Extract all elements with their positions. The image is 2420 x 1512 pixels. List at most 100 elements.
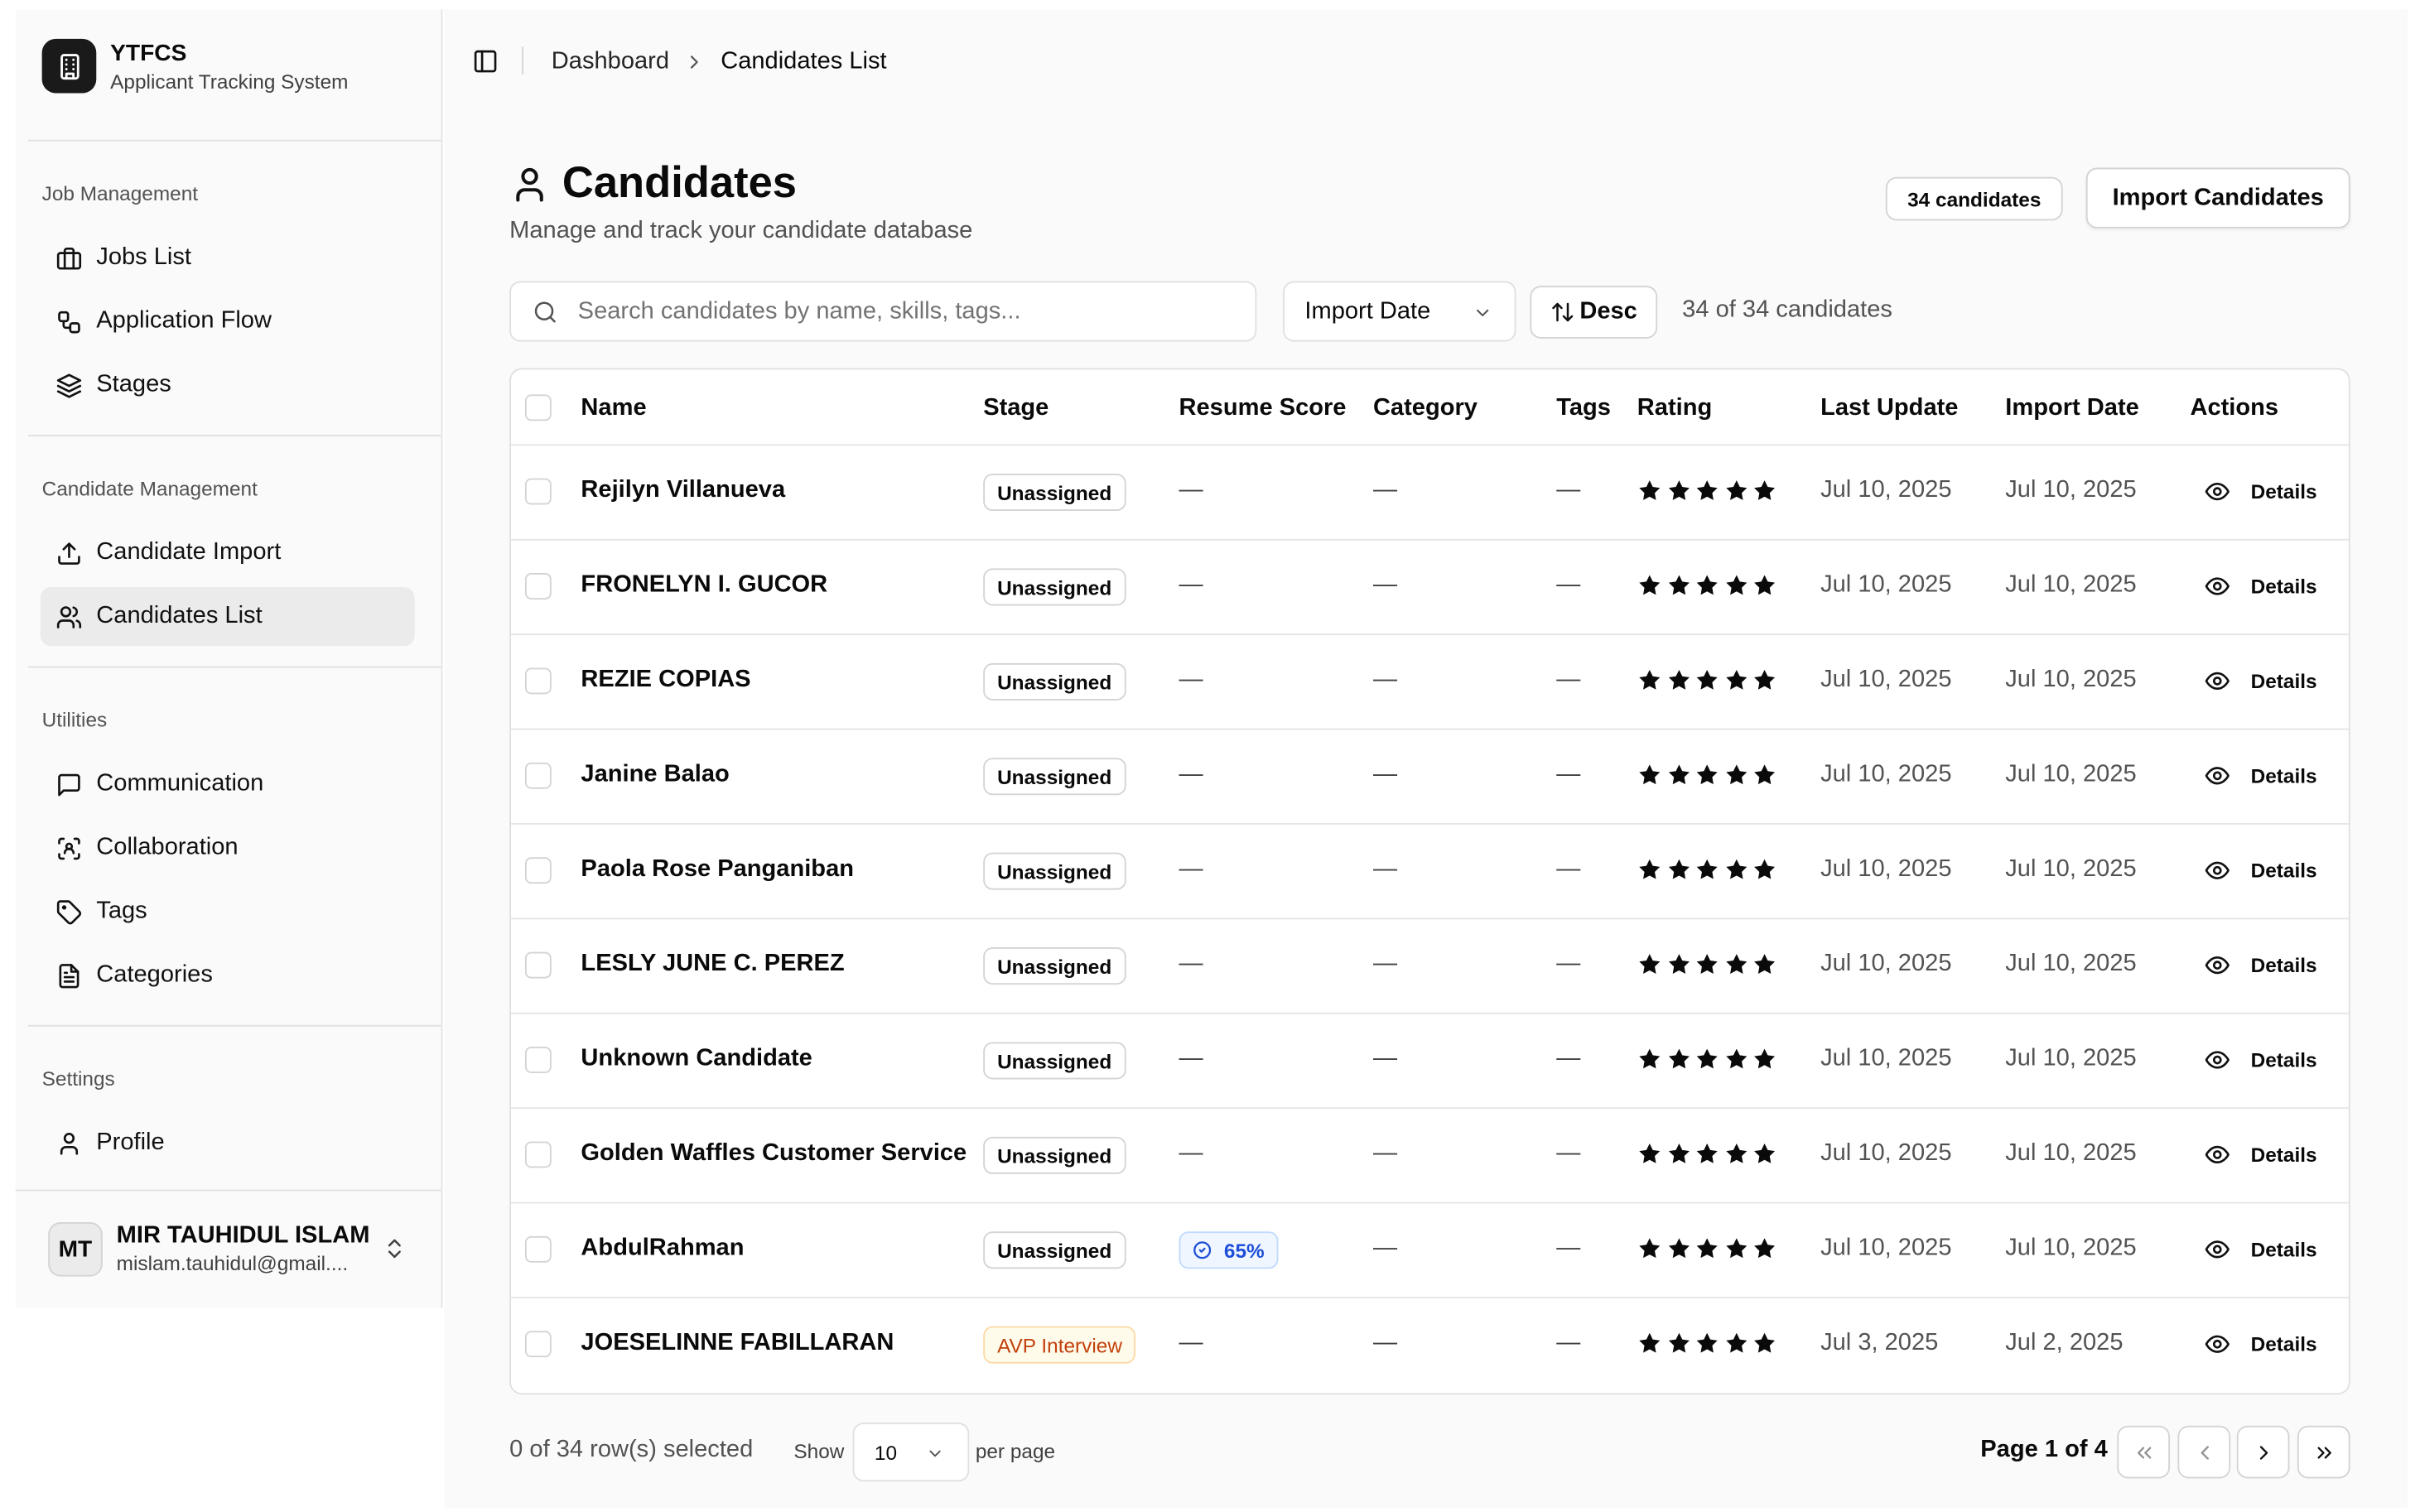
- star-icon[interactable]: [1752, 857, 1777, 882]
- star-icon[interactable]: [1666, 573, 1691, 598]
- star-icon[interactable]: [1637, 1141, 1662, 1166]
- table-row[interactable]: Unknown Candidate Unassigned — — — Jul 10, 20…: [511, 1014, 2349, 1110]
- next-page-button[interactable]: [2236, 1425, 2290, 1479]
- star-icon[interactable]: [1695, 857, 1720, 882]
- sidebar-item-jobs-list[interactable]: Jobs List: [41, 229, 415, 287]
- details-button[interactable]: Details: [2204, 573, 2317, 600]
- row-checkbox[interactable]: [524, 478, 552, 505]
- table-row[interactable]: FRONELYN I. GUCOR Unassigned — — — Jul 10, 20…: [511, 541, 2349, 636]
- brand[interactable]: YTFCS Applicant Tracking System: [16, 9, 441, 123]
- star-icon[interactable]: [1637, 1331, 1662, 1356]
- row-checkbox[interactable]: [524, 1331, 552, 1358]
- per-page-select[interactable]: 10: [852, 1422, 970, 1482]
- star-icon[interactable]: [1723, 667, 1748, 692]
- star-icon[interactable]: [1666, 1236, 1691, 1261]
- star-rating[interactable]: [1637, 479, 1781, 503]
- star-rating[interactable]: [1637, 1331, 1781, 1356]
- details-button[interactable]: Details: [2204, 1047, 2317, 1073]
- import-candidates-button[interactable]: Import Candidates: [2085, 167, 2350, 229]
- candidate-name[interactable]: Paola Rose Panganiban: [581, 855, 854, 884]
- row-checkbox[interactable]: [524, 857, 552, 884]
- star-icon[interactable]: [1695, 1047, 1720, 1071]
- sidebar-item-collaboration[interactable]: Collaboration: [41, 818, 415, 877]
- star-icon[interactable]: [1666, 479, 1691, 503]
- star-icon[interactable]: [1666, 1331, 1691, 1356]
- star-icon[interactable]: [1723, 763, 1748, 787]
- row-checkbox[interactable]: [524, 1235, 552, 1263]
- star-icon[interactable]: [1695, 573, 1720, 598]
- column-header-import-date[interactable]: Import Date: [2005, 394, 2139, 422]
- row-checkbox[interactable]: [524, 1047, 552, 1073]
- star-icon[interactable]: [1752, 1236, 1777, 1261]
- sidebar-item-candidate-import[interactable]: Candidate Import: [41, 523, 415, 582]
- star-rating[interactable]: [1637, 667, 1781, 692]
- candidate-name[interactable]: FRONELYN I. GUCOR: [581, 571, 827, 600]
- star-icon[interactable]: [1752, 1331, 1777, 1356]
- candidate-name[interactable]: AbdulRahman: [581, 1235, 744, 1263]
- sidebar-item-communication[interactable]: Communication: [41, 754, 415, 813]
- star-icon[interactable]: [1752, 667, 1777, 692]
- previous-page-button[interactable]: [2177, 1425, 2231, 1479]
- star-rating[interactable]: [1637, 952, 1781, 977]
- first-page-button[interactable]: [2117, 1425, 2171, 1479]
- star-icon[interactable]: [1723, 573, 1748, 598]
- star-icon[interactable]: [1666, 952, 1691, 977]
- details-button[interactable]: Details: [2204, 1236, 2317, 1263]
- star-rating[interactable]: [1637, 1047, 1781, 1071]
- search-input[interactable]: [577, 297, 1231, 325]
- star-icon[interactable]: [1637, 667, 1662, 692]
- star-icon[interactable]: [1723, 1236, 1748, 1261]
- star-rating[interactable]: [1637, 1236, 1781, 1261]
- table-row[interactable]: AbdulRahman Unassigned 65% — — Jul 10, 2025 Ju…: [511, 1204, 2349, 1298]
- select-all-checkbox[interactable]: [524, 394, 552, 421]
- star-icon[interactable]: [1666, 763, 1691, 787]
- details-button[interactable]: Details: [2204, 857, 2317, 884]
- column-header-resume-score[interactable]: Resume Score: [1179, 394, 1347, 422]
- star-icon[interactable]: [1695, 1331, 1720, 1356]
- star-rating[interactable]: [1637, 573, 1781, 598]
- table-row[interactable]: Golden Waffles Customer Service Unassigne…: [511, 1109, 2349, 1204]
- star-icon[interactable]: [1666, 1047, 1691, 1071]
- column-header-stage[interactable]: Stage: [983, 394, 1049, 422]
- star-rating[interactable]: [1637, 857, 1781, 882]
- star-icon[interactable]: [1695, 1141, 1720, 1166]
- star-icon[interactable]: [1637, 857, 1662, 882]
- star-icon[interactable]: [1666, 667, 1691, 692]
- star-icon[interactable]: [1695, 667, 1720, 692]
- candidate-name[interactable]: Golden Waffles Customer Service: [581, 1140, 967, 1168]
- sort-field-select[interactable]: Import Date: [1283, 281, 1516, 342]
- star-icon[interactable]: [1752, 479, 1777, 503]
- sidebar-item-candidates-list[interactable]: Candidates List: [40, 586, 415, 647]
- details-button[interactable]: Details: [2204, 667, 2317, 694]
- star-icon[interactable]: [1637, 1047, 1662, 1071]
- star-icon[interactable]: [1695, 1236, 1720, 1261]
- candidate-name[interactable]: Rejilyn Villanueva: [581, 477, 785, 505]
- sort-order-button[interactable]: Desc: [1530, 286, 1658, 339]
- star-icon[interactable]: [1752, 573, 1777, 598]
- star-icon[interactable]: [1752, 763, 1777, 787]
- star-icon[interactable]: [1666, 1141, 1691, 1166]
- breadcrumb-dashboard[interactable]: Dashboard: [552, 46, 669, 76]
- row-checkbox[interactable]: [524, 667, 552, 695]
- star-icon[interactable]: [1695, 952, 1720, 977]
- star-icon[interactable]: [1723, 1141, 1748, 1166]
- sidebar-item-stages[interactable]: Stages: [41, 355, 415, 414]
- candidate-name[interactable]: REZIE COPIAS: [581, 667, 750, 695]
- table-row[interactable]: Paola Rose Panganiban Unassigned — — — Jul 10…: [511, 825, 2349, 920]
- column-header-rating[interactable]: Rating: [1637, 394, 1712, 422]
- star-rating[interactable]: [1637, 1141, 1781, 1166]
- details-button[interactable]: Details: [2204, 1141, 2317, 1168]
- star-icon[interactable]: [1723, 952, 1748, 977]
- sidebar-item-profile[interactable]: Profile: [41, 1114, 415, 1173]
- star-icon[interactable]: [1723, 479, 1748, 503]
- star-icon[interactable]: [1752, 1141, 1777, 1166]
- row-checkbox[interactable]: [524, 573, 552, 600]
- candidate-name[interactable]: LESLY JUNE C. PEREZ: [581, 951, 844, 979]
- column-header-category[interactable]: Category: [1373, 394, 1478, 422]
- table-row[interactable]: Janine Balao Unassigned — — — Jul 10, 2025 Jul…: [511, 730, 2349, 825]
- column-header-last-update[interactable]: Last Update: [1820, 394, 1958, 422]
- star-icon[interactable]: [1723, 1331, 1748, 1356]
- table-row[interactable]: Rejilyn Villanueva Unassigned — — — Jul 10, 2…: [511, 445, 2349, 541]
- details-button[interactable]: Details: [2204, 952, 2317, 979]
- user-menu[interactable]: MT MIR TAUHIDUL ISLAM mislam.tauhidul@gm…: [16, 1190, 441, 1308]
